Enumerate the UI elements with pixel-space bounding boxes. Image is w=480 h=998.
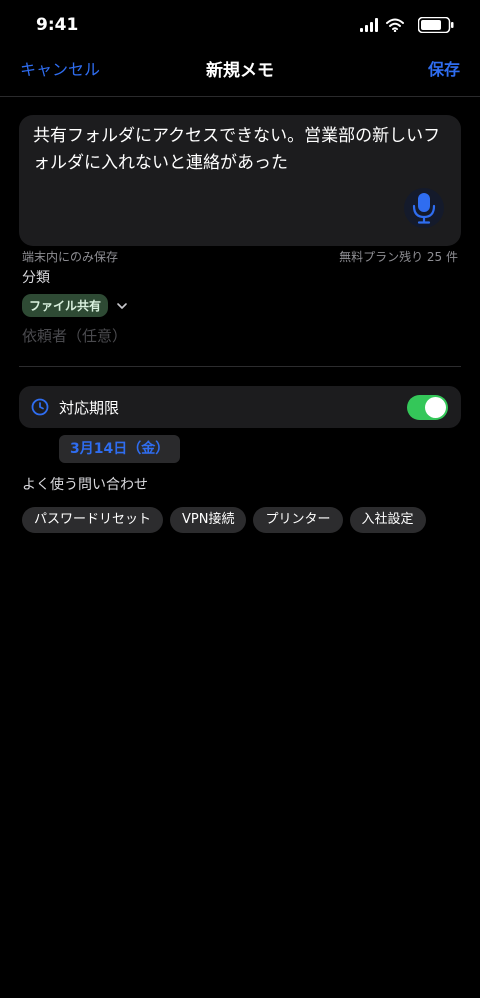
status-bar: 9:41 [0,0,480,50]
divider [19,366,461,367]
deadline-row: 対応期限 [19,386,461,428]
microphone-button[interactable] [404,188,444,228]
faq-chip-onboarding[interactable]: 入社設定 [349,507,426,533]
category-chip[interactable]: ファイル共有 [22,294,109,317]
microphone-icon [412,193,436,224]
nav-bar: キャンセル 新規メモ 保存 [0,50,480,97]
faq-chip-vpn[interactable]: VPN接続 [170,507,247,533]
wifi-icon [386,18,404,32]
deadline-toggle[interactable] [407,395,448,420]
battery-icon [418,17,454,33]
deadline-date-picker[interactable]: 3月14日（金） [59,435,180,463]
requester-input[interactable] [22,324,458,348]
remaining-count-note: 無料プラン残り 25 件 [339,250,458,264]
category-label: 分類 [22,270,50,286]
memo-text[interactable]: 共有フォルダにアクセスできない。営業部の新しいフォルダに入れないと連絡があった [33,123,443,177]
category-selector[interactable]: ファイル共有 [22,294,128,317]
deadline-label: 対応期限 [59,399,120,417]
save-button[interactable]: 保存 [428,56,460,80]
signal-icon [360,18,378,32]
storage-note: 端末内にのみ保存 [22,250,119,264]
status-time: 9:41 [36,15,79,35]
faq-label: よく使う問い合わせ [22,477,148,493]
faq-chip-password-reset[interactable]: パスワードリセット [22,507,164,533]
memo-text-area[interactable]: 共有フォルダにアクセスできない。営業部の新しいフォルダに入れないと連絡があった [19,115,461,246]
faq-chip-printer[interactable]: プリンター [253,507,343,533]
chevron-down-icon[interactable] [116,302,128,310]
page-title: 新規メモ [206,61,274,81]
toggle-knob [425,397,446,418]
status-icons [360,15,454,35]
faq-chip-list: パスワードリセット VPN接続 プリンター 入社設定 [22,507,426,533]
clock-icon [31,398,49,416]
